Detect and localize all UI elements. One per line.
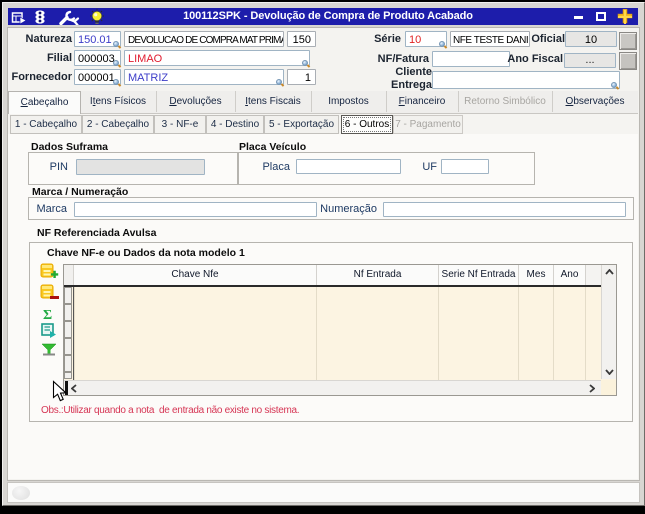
svg-text:Σ: Σ (43, 308, 52, 323)
